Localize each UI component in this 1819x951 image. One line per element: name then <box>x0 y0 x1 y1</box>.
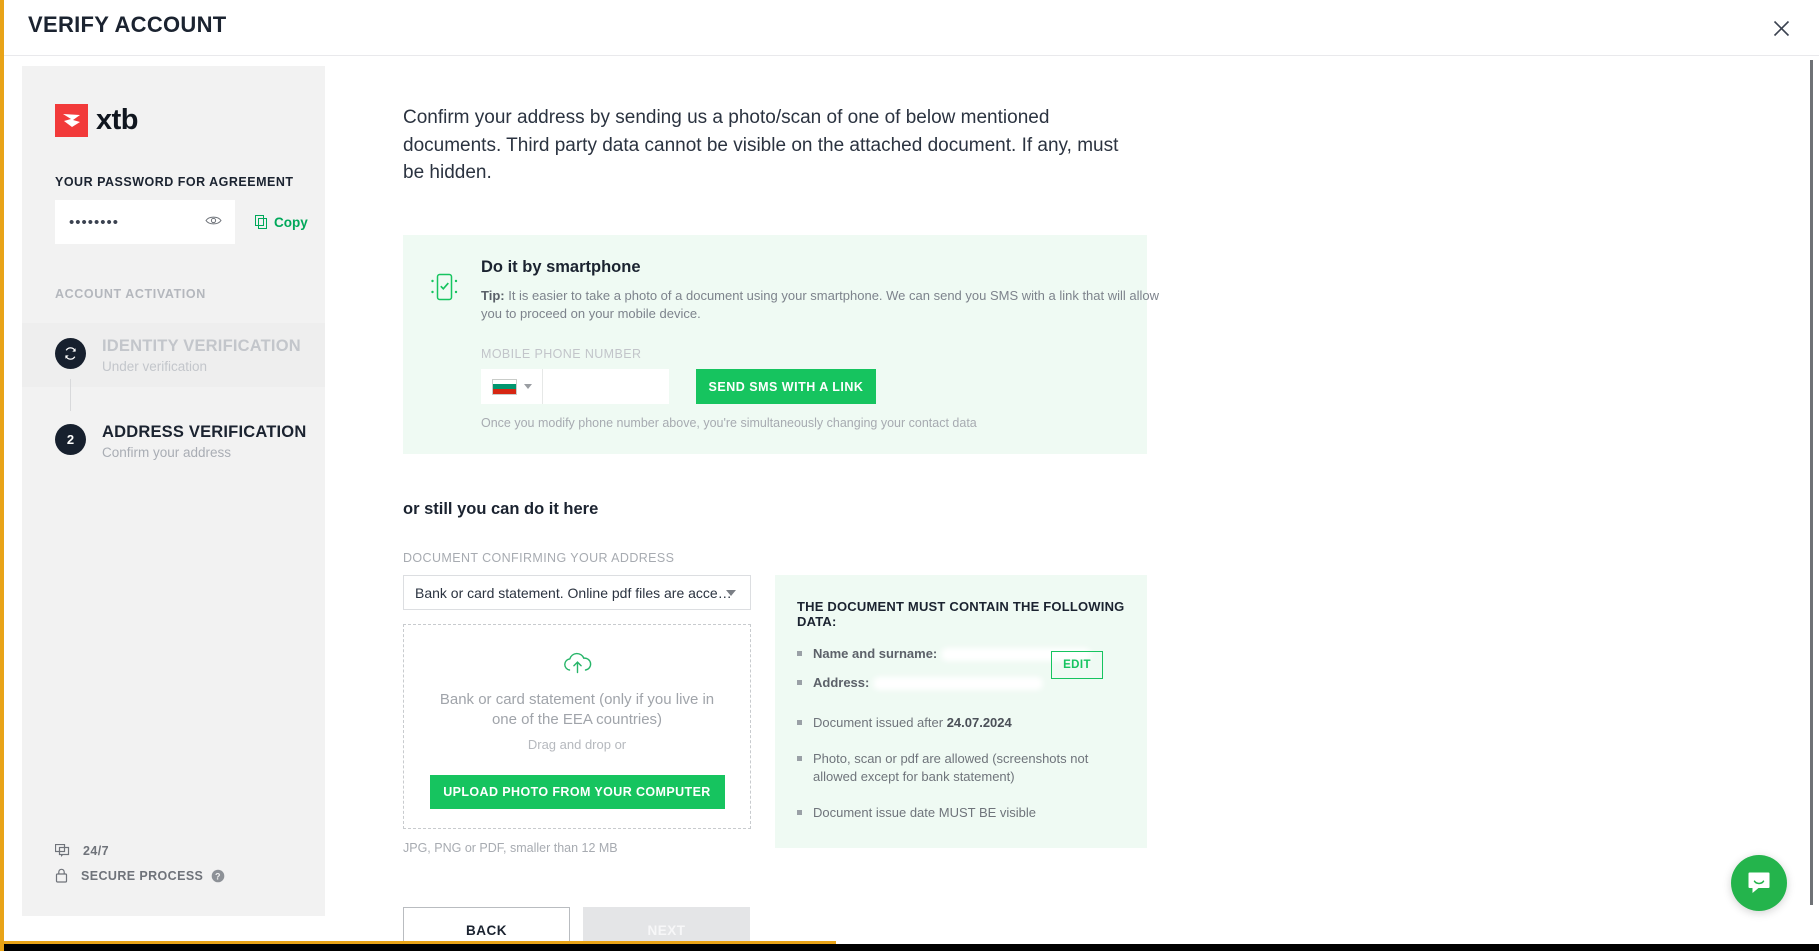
sidebar-item-identity-verification[interactable]: IDENTITY VERIFICATION Under verification <box>22 323 325 387</box>
main-content: Confirm your address by sending us a pho… <box>403 66 1203 951</box>
password-value: •••••••• <box>69 213 120 231</box>
issue-after-text: Document issued after <box>813 714 947 730</box>
bulgaria-flag-icon <box>491 378 517 395</box>
xtb-logo: xtb <box>55 104 325 137</box>
step-list: IDENTITY VERIFICATION Under verification… <box>22 323 325 473</box>
upload-photo-button[interactable]: UPLOAD PHOTO FROM YOUR COMPUTER <box>429 775 725 810</box>
lock-icon <box>55 868 68 883</box>
upload-column: Bank or card statement. Online pdf files… <box>403 565 751 855</box>
file-format-hint: JPG, PNG or PDF, smaller than 12 MB <box>403 841 618 856</box>
redacted-address-value <box>872 676 1043 690</box>
step-number-badge: 2 <box>55 424 86 455</box>
brand-name: xtb <box>96 104 139 136</box>
support-hours-label: 24/7 <box>83 844 109 858</box>
name-field-label: Name and surname: <box>813 646 938 662</box>
dropzone-title: Bank or card statement (only if you live… <box>439 691 715 728</box>
intro-text: Confirm your address by sending us a pho… <box>403 107 1119 184</box>
help-icon[interactable]: ? <box>211 869 238 883</box>
tip-text: It is easier to take a photo of a docume… <box>481 287 1160 322</box>
cloud-upload-icon <box>561 651 594 680</box>
modal-header: VERIFY ACCOUNT <box>4 0 1819 56</box>
smartphone-card: Do it by smartphone Tip: It is easier to… <box>403 234 1159 455</box>
xtb-mark-icon <box>55 104 88 137</box>
upload-and-info-row: Bank or card statement. Online pdf files… <box>403 565 1203 855</box>
chat-icon <box>55 844 70 857</box>
copy-label: Copy <box>274 214 308 230</box>
chevron-down-icon <box>726 589 736 596</box>
send-sms-button[interactable]: SEND SMS WITH A LINK <box>696 369 876 405</box>
chevron-down-icon <box>523 384 532 390</box>
refresh-icon <box>55 338 86 369</box>
step-title: ADDRESS VERIFICATION <box>102 423 307 441</box>
intercom-chat-icon[interactable] <box>1731 855 1787 911</box>
sidebar-item-address-verification[interactable]: 2 ADDRESS VERIFICATION Confirm your addr… <box>22 409 325 473</box>
required-data-card: THE DOCUMENT MUST CONTAIN THE FOLLOWING … <box>775 575 1147 849</box>
scrollbar-thumb[interactable] <box>1810 60 1813 905</box>
eye-icon[interactable] <box>205 213 222 231</box>
dropzone-drag-text: Drag and drop or <box>527 737 627 753</box>
svg-text:?: ? <box>215 871 221 881</box>
phone-change-note: Once you modify phone number above, you'… <box>481 416 977 431</box>
document-select-label: DOCUMENT CONFIRMING YOUR ADDRESS <box>403 551 675 566</box>
country-code-select[interactable] <box>481 369 543 405</box>
secure-process-row: SECURE PROCESS ? <box>55 868 238 883</box>
vertical-scrollbar[interactable] <box>1807 60 1815 905</box>
smartphone-card-tip: Tip: It is easier to take a photo of a d… <box>481 287 1171 325</box>
support-hours-row[interactable]: 24/7 <box>55 844 238 858</box>
required-data-title: THE DOCUMENT MUST CONTAIN THE FOLLOWING … <box>797 599 1125 630</box>
sidebar: xtb YOUR PASSWORD FOR AGREEMENT •••••••• <box>22 66 325 916</box>
password-field[interactable]: •••••••• <box>55 200 235 244</box>
edit-button[interactable]: EDIT <box>1051 651 1103 680</box>
bottom-black-bar <box>4 944 1819 951</box>
document-type-value: Bank or card statement. Online pdf files… <box>415 584 732 601</box>
address-field-label: Address: <box>813 674 870 690</box>
list-item: Document issued after 24.07.2024 <box>797 714 1125 732</box>
or-heading: or still you can do it here <box>403 500 599 519</box>
copy-button[interactable]: Copy <box>255 214 308 230</box>
mobile-phone-input[interactable] <box>543 369 669 405</box>
password-row: •••••••• Copy <box>55 200 325 244</box>
tip-prefix: Tip: <box>481 287 505 303</box>
close-icon[interactable] <box>1765 12 1797 44</box>
mobile-phone-label: MOBILE PHONE NUMBER <box>481 347 642 362</box>
smartphone-card-title: Do it by smartphone <box>481 257 641 276</box>
document-type-select[interactable]: Bank or card statement. Online pdf files… <box>403 575 751 611</box>
step-title: IDENTITY VERIFICATION <box>102 337 301 355</box>
account-activation-label: ACCOUNT ACTIVATION <box>55 287 206 301</box>
list-item: Document issue date MUST BE visible <box>797 804 1125 822</box>
password-label: YOUR PASSWORD FOR AGREEMENT <box>55 175 294 189</box>
page-title: VERIFY ACCOUNT <box>28 12 227 37</box>
phone-entry-row: SEND SMS WITH A LINK <box>481 369 1171 405</box>
secure-process-label: SECURE PROCESS <box>81 868 204 883</box>
issue-after-date: 24.07.2024 <box>946 714 1012 730</box>
step-subtitle: Confirm your address <box>102 445 232 460</box>
sidebar-footer: 24/7 SECURE PROCESS ? <box>55 834 238 883</box>
verify-account-modal: VERIFY ACCOUNT xtb YOUR PASSWORD FOR AGR… <box>0 0 1819 951</box>
step-connector <box>70 379 71 411</box>
smartphone-check-icon <box>429 258 477 431</box>
list-item: Photo, scan or pdf are allowed (screensh… <box>797 750 1125 786</box>
step-subtitle: Under verification <box>102 359 208 374</box>
file-dropzone[interactable]: Bank or card statement (only if you live… <box>403 624 751 830</box>
